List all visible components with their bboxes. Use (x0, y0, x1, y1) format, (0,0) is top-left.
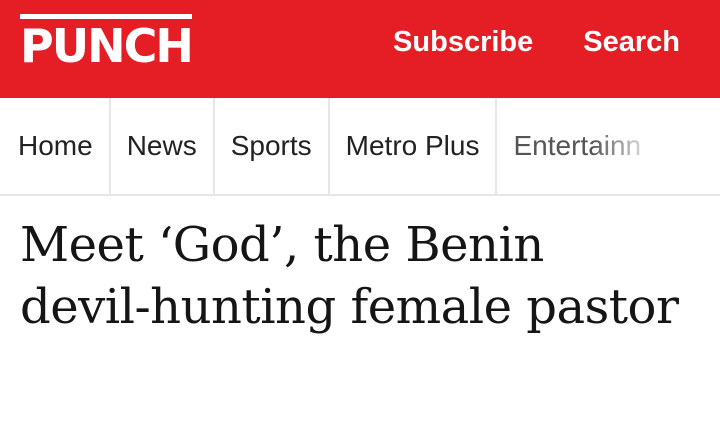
nav-item-entertainment[interactable]: Entertainn (497, 98, 657, 194)
header-actions: Subscribe Search (393, 26, 680, 59)
search-button[interactable]: Search (583, 26, 680, 59)
nav-item-metro-plus[interactable]: Metro Plus (330, 98, 498, 194)
punch-logo[interactable]: PUNCH (20, 13, 194, 71)
nav-item-sports[interactable]: Sports (215, 98, 330, 194)
nav-item-home[interactable]: Home (0, 98, 111, 194)
main-nav: Home News Sports Metro Plus Entertainn (0, 98, 720, 196)
article-headline: Meet ‘God’, the Benin devil-hunting fema… (20, 217, 679, 335)
subscribe-button[interactable]: Subscribe (393, 26, 533, 59)
site-header: PUNCH Subscribe Search (0, 0, 720, 98)
nav-item-news[interactable]: News (111, 98, 215, 194)
